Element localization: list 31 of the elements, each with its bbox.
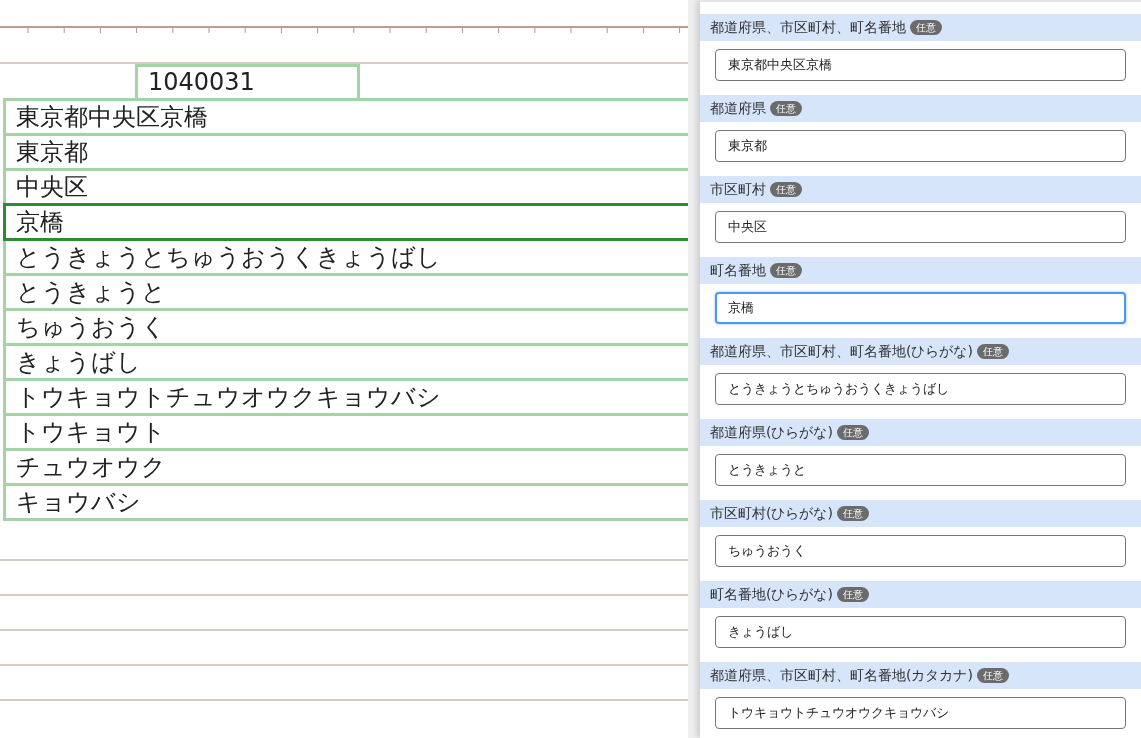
text-field[interactable]: ちゅうおうく bbox=[715, 535, 1126, 567]
text-field[interactable]: トウキョウトチュウオウクキョウバシ bbox=[715, 697, 1126, 729]
optional-badge: 任意 bbox=[976, 344, 1009, 359]
text-field[interactable]: 東京都 bbox=[715, 130, 1126, 162]
field-label: 都道府県 bbox=[710, 99, 766, 118]
optional-badge: 任意 bbox=[770, 263, 802, 278]
field-label: 市区町村(ひらがな) bbox=[710, 504, 833, 523]
text-field[interactable]: きょうばし bbox=[715, 616, 1126, 648]
text-frame[interactable]: キョウバシ bbox=[3, 483, 688, 521]
field-label: 都道府県(ひらがな) bbox=[710, 423, 833, 442]
text-field[interactable]: とうきょうと bbox=[715, 454, 1126, 486]
field-label: 町名番地(ひらがな) bbox=[710, 585, 833, 604]
field-label: 市区町村 bbox=[710, 180, 766, 199]
optional-badge: 任意 bbox=[976, 668, 1009, 683]
text-field[interactable]: 東京都中央区京橋 bbox=[715, 49, 1126, 81]
field-label: 都道府県、市区町村、町名番地 bbox=[710, 18, 906, 37]
field-label: 町名番地 bbox=[710, 261, 766, 280]
text-frame[interactable]: 東京都中央区京橋 bbox=[3, 98, 688, 136]
text-field[interactable]: 京橋 bbox=[715, 292, 1126, 324]
optional-badge: 任意 bbox=[836, 425, 869, 440]
optional-badge: 任意 bbox=[770, 182, 802, 197]
field-label: 都道府県、市区町村、町名番地(ひらがな) bbox=[710, 342, 973, 361]
text-field[interactable]: とうきょうとちゅうおうくきょうばし bbox=[715, 373, 1126, 405]
optional-badge: 任意 bbox=[910, 20, 942, 35]
optional-badge: 任意 bbox=[770, 101, 802, 116]
text-field[interactable]: 中央区 bbox=[715, 211, 1126, 243]
optional-badge: 任意 bbox=[836, 506, 869, 521]
field-label: 都道府県、市区町村、町名番地(カタカナ) bbox=[710, 666, 973, 685]
optional-badge: 任意 bbox=[836, 587, 869, 602]
text-frame[interactable]: 京橋 bbox=[3, 203, 688, 241]
postal-code-box: 1040031 bbox=[135, 64, 360, 101]
